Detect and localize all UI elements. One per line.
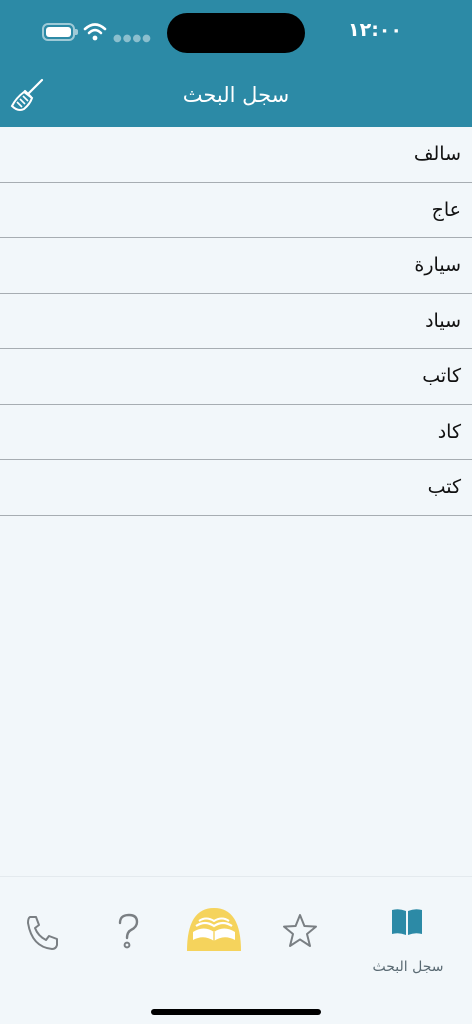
list-item[interactable]: سيارة <box>0 238 472 294</box>
book-icon <box>392 909 422 935</box>
tab-favorites[interactable] <box>280 911 320 951</box>
tab-dictionary[interactable] <box>184 907 244 953</box>
page-title: سجل البحث <box>182 83 290 107</box>
dynamic-island <box>167 13 305 53</box>
list-item[interactable]: عاج <box>0 183 472 238</box>
question-icon <box>118 913 139 949</box>
status-icons: ●●●● <box>42 22 151 44</box>
signal-icon: ●●●● <box>113 33 152 44</box>
home-indicator <box>151 1009 321 1015</box>
list-item[interactable]: كاتب <box>0 349 472 405</box>
phone-icon <box>27 916 58 950</box>
search-history-list: سالف عاج سيارة سياد كاتب كاد كتب <box>0 127 472 516</box>
tab-help[interactable] <box>108 910 148 956</box>
star-icon <box>283 914 317 947</box>
tab-contact[interactable] <box>20 911 66 955</box>
list-item[interactable]: كاد <box>0 405 472 460</box>
tab-bar: سجل البحث <box>0 876 472 1024</box>
wifi-icon <box>83 23 107 41</box>
book-logo-icon <box>187 908 241 951</box>
header-bar: ●●●● ١٢:٠٠ سجل البحث <box>0 0 472 127</box>
list-item[interactable]: كتب <box>0 460 472 516</box>
tab-label: سجل البحث <box>372 959 444 975</box>
battery-icon <box>42 23 78 41</box>
list-item[interactable]: سياد <box>0 294 472 349</box>
tab-search-history[interactable]: سجل البحث <box>362 907 454 979</box>
list-item[interactable]: سالف <box>0 127 472 183</box>
status-time: ١٢:٠٠ <box>348 19 402 41</box>
